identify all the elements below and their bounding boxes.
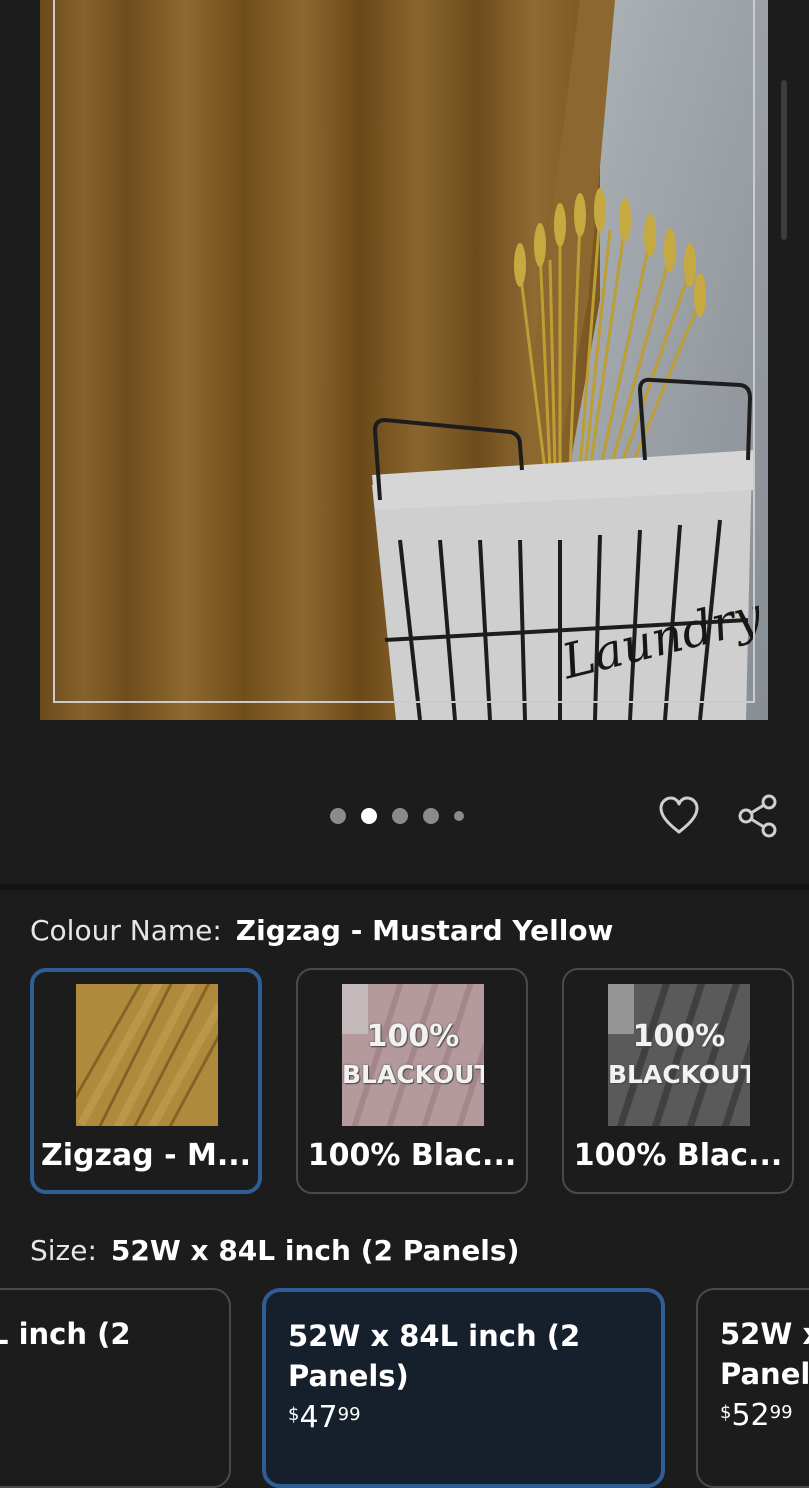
price-currency: $ [720,1402,732,1423]
colour-option-zigzag[interactable]: Zigzag - M... [30,968,262,1194]
size-option-title: L inch (2 [0,1317,131,1351]
curtain-photo: Laundry [40,0,768,720]
swatch-image: 100% BLACKOUT [608,984,750,1126]
size-option[interactable]: L inch (2 [0,1288,231,1488]
swatch-image [76,984,218,1126]
badge-line-2: BLACKOUT [608,1060,750,1089]
price-whole: 52 [731,1398,770,1433]
size-row: Size: 52W x 84L inch (2 Panels) [30,1234,519,1267]
product-image[interactable]: Laundry [40,0,768,720]
size-label: Size: [30,1234,97,1267]
colour-option-name: 100% Blac... [307,1138,517,1173]
badge-line-1: 100% [366,1019,460,1054]
carousel-dot[interactable] [454,811,464,821]
price-currency: $ [288,1404,300,1425]
price-cents: 99 [769,1402,793,1423]
carousel-dot[interactable] [423,808,439,824]
colour-name-row: Colour Name: Zigzag - Mustard Yellow [30,914,613,947]
section-divider [0,884,809,890]
share-button[interactable] [734,792,782,840]
size-option-selected[interactable]: 52W x 84L inch (2 Panels) $4799 [262,1288,665,1488]
colour-value: Zigzag - Mustard Yellow [235,914,614,947]
colour-label: Colour Name: [30,914,222,947]
price-cents: 99 [337,1404,361,1425]
size-option-price: $5299 [720,1398,793,1433]
share-icon [738,794,777,838]
image-carousel-indicator [330,806,464,826]
scrollbar[interactable] [781,80,787,240]
size-option-title: 52W x Panels [720,1317,809,1391]
carousel-dot-active[interactable] [361,808,377,824]
favorite-button[interactable] [655,792,703,840]
size-option[interactable]: 52W x Panels $5299 [696,1288,809,1488]
colour-option-name: Zigzag - M... [40,1138,252,1173]
carousel-dot[interactable] [392,808,408,824]
heart-icon [659,796,699,834]
badge-line-2: BLACKOUT [342,1060,484,1089]
price-whole: 47 [299,1400,338,1435]
swatch-image: 100% BLACKOUT [342,984,484,1126]
colour-option-blackout-pink[interactable]: 100% BLACKOUT 100% Blac... [296,968,528,1194]
size-option-title: 52W x 84L inch (2 Panels) [288,1319,581,1393]
carousel-dot[interactable] [330,808,346,824]
badge-line-1: 100% [632,1019,726,1054]
colour-option-blackout-grey[interactable]: 100% BLACKOUT 100% Blac... [562,968,794,1194]
colour-option-name: 100% Blac... [573,1138,783,1173]
size-option-price: $4799 [288,1400,361,1435]
size-value: 52W x 84L inch (2 Panels) [110,1234,520,1267]
